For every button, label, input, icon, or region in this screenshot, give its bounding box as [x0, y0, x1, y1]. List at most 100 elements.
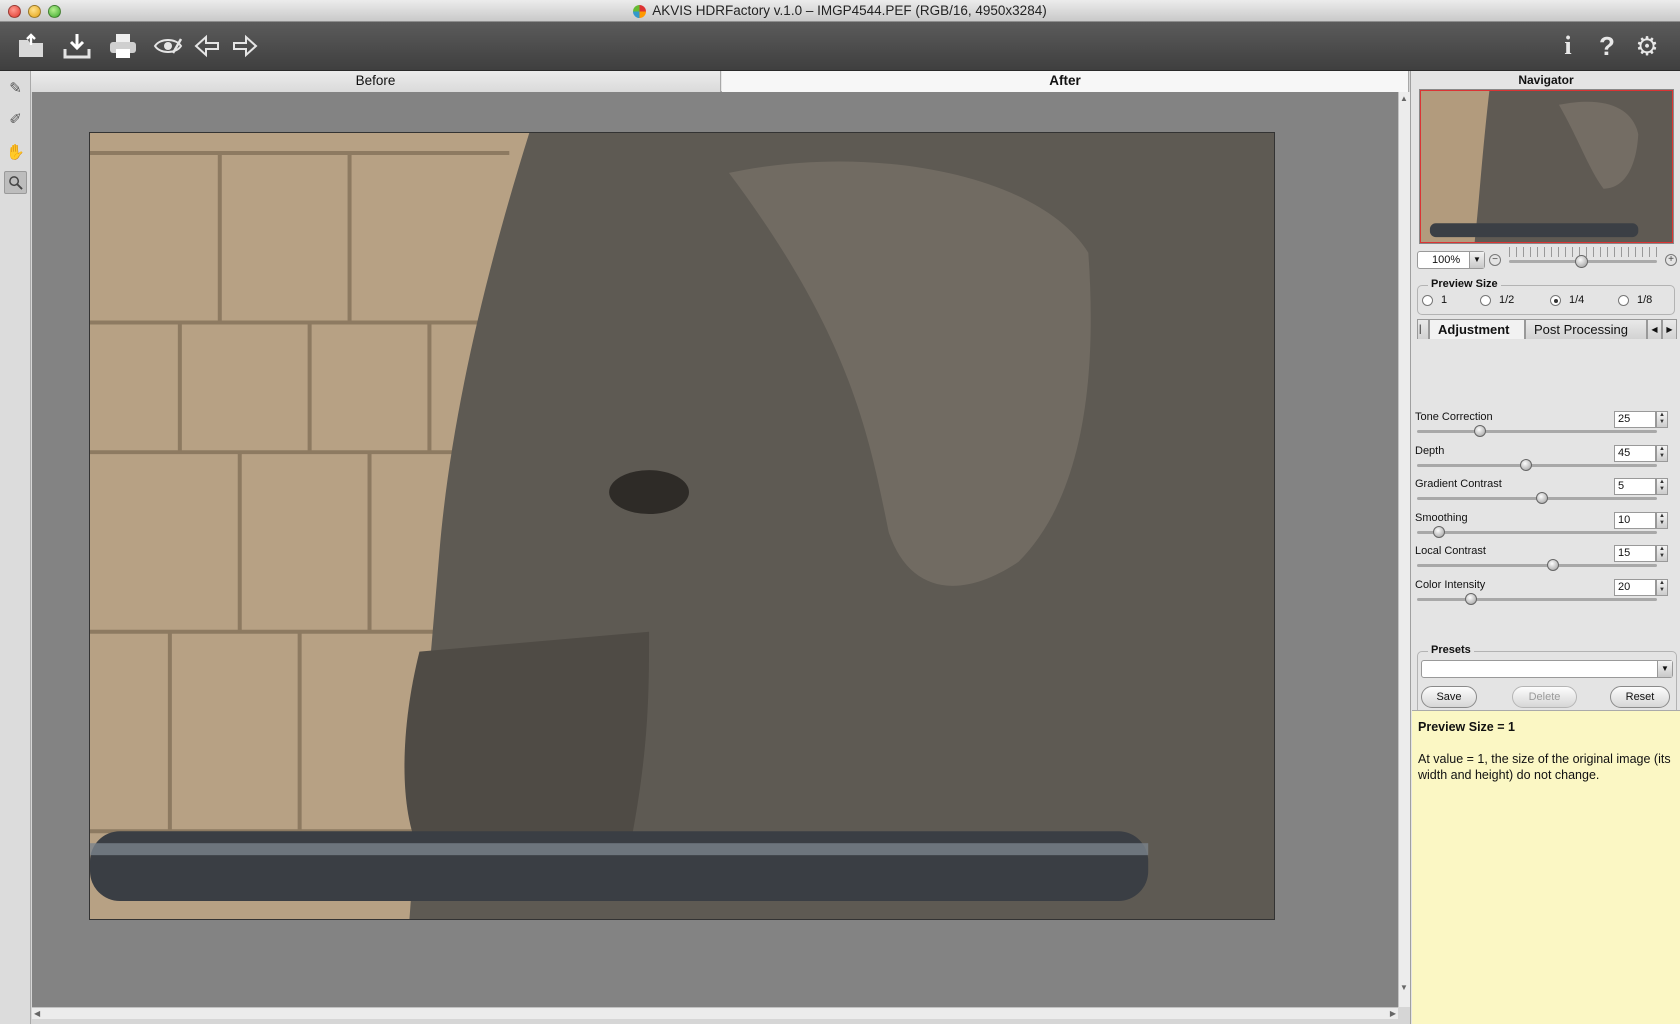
before-after-tabs: Before After — [31, 71, 1409, 92]
help-title: Preview Size = 1 — [1418, 720, 1515, 734]
param-slider[interactable] — [1417, 463, 1657, 467]
help-panel: Preview Size = 1 At value = 1, the size … — [1412, 710, 1680, 1024]
help-icon[interactable]: ? — [1590, 30, 1624, 62]
param-label: Local Contrast — [1415, 545, 1486, 557]
param-label: Color Intensity — [1415, 578, 1486, 591]
zoom-value: 100% — [1432, 254, 1461, 266]
param-label: Tone Correction — [1415, 411, 1493, 423]
preview-size-label: Preview Size — [1428, 278, 1501, 290]
photo-elephant — [89, 132, 1275, 920]
title-bar: AKVIS HDRFactory v.1.0 – IMGP4544.PEF (R… — [0, 0, 1680, 22]
stepper-arrows-icon[interactable]: ▲ ▼ — [1656, 511, 1668, 529]
tab-adjustment[interactable]: Adjustment — [1429, 319, 1525, 339]
tab-post-processing[interactable]: Post Processing — [1525, 319, 1647, 339]
param-slider-knob[interactable] — [1519, 458, 1532, 471]
vertical-scrollbar[interactable]: ▲ ▼ — [1398, 92, 1410, 1007]
chevron-down-icon[interactable]: ▼ — [1657, 661, 1672, 677]
radio-icon — [1422, 294, 1433, 306]
param-slider-knob[interactable] — [1474, 425, 1486, 437]
preview-size-option-label: 1/8 — [1637, 294, 1653, 306]
tab-next-arrow-icon[interactable]: ▶ — [1662, 319, 1677, 339]
preview-eye-icon[interactable] — [151, 30, 185, 62]
stepper-arrows-icon[interactable]: ▲ ▼ — [1656, 411, 1668, 428]
reset-button[interactable]: Reset — [1610, 686, 1670, 708]
minimize-window-button[interactable] — [28, 5, 41, 18]
param-slider[interactable] — [1417, 530, 1657, 534]
stepper-arrows-icon[interactable]: ▲ ▼ — [1656, 578, 1668, 596]
zoom-window-button[interactable] — [48, 5, 61, 18]
param-slider[interactable] — [1417, 597, 1657, 601]
param-value-input[interactable]: 45 — [1614, 444, 1656, 462]
image-canvas[interactable] — [32, 92, 1398, 1007]
presets-label: Presets — [1428, 644, 1474, 656]
open-icon[interactable] — [14, 30, 48, 62]
tab-prev-arrow-icon[interactable]: ◀ — [1647, 319, 1662, 339]
param-label: Smoothing — [1415, 511, 1468, 524]
stepper-arrows-icon[interactable]: ▲ ▼ — [1656, 545, 1668, 562]
param-value-input[interactable]: 15 — [1614, 545, 1656, 562]
save-preset-button[interactable]: Save — [1421, 686, 1477, 708]
presets-group: Presets ▼ Save Delete Reset — [1417, 644, 1677, 717]
delete-preset-button[interactable]: Delete — [1512, 686, 1577, 708]
param-slider-knob[interactable] — [1432, 525, 1445, 538]
window-title: AKVIS HDRFactory v.1.0 – IMGP4544.PEF (R… — [652, 3, 1047, 18]
preview-size-option-label: 1/2 — [1499, 294, 1515, 306]
param-row: Depth 45 ▲ ▼ — [1415, 444, 1677, 478]
param-row: Local Contrast 15 ▲ ▼ — [1415, 545, 1677, 578]
save-icon[interactable] — [60, 30, 94, 62]
param-row: Tone Correction 25 ▲ ▼ — [1415, 411, 1677, 444]
radio-icon — [1618, 294, 1629, 306]
param-value-input[interactable]: 10 — [1614, 511, 1656, 529]
param-value-input[interactable]: 20 — [1614, 578, 1656, 596]
param-label: Depth — [1415, 444, 1445, 457]
tab-after[interactable]: After — [722, 71, 1409, 92]
param-slider[interactable] — [1417, 430, 1657, 433]
tab-before[interactable]: Before — [31, 71, 721, 92]
presets-select[interactable]: ▼ — [1421, 660, 1673, 678]
tab-scroll-left-icon[interactable]: ▏ — [1417, 319, 1429, 339]
eraser-icon[interactable]: ✐ — [4, 107, 27, 130]
stepper-arrows-icon[interactable]: ▲ ▼ — [1656, 444, 1668, 462]
preview-size-radio-1-2[interactable]: 1/2 — [1480, 294, 1514, 306]
param-row: Gradient Contrast 5 ▲ ▼ — [1415, 478, 1677, 511]
param-slider[interactable] — [1417, 564, 1657, 567]
close-window-button[interactable] — [8, 5, 21, 18]
preview-size-radio-1-4[interactable]: 1/4 — [1550, 294, 1584, 306]
param-label: Gradient Contrast — [1415, 478, 1502, 490]
zoom-select[interactable]: 100% ▼ — [1417, 251, 1485, 269]
tools-sidebar: ✎ ✐ ✋ — [0, 71, 31, 1024]
help-text: At value = 1, the size of the original i… — [1418, 752, 1671, 782]
brush-icon[interactable]: ✎ — [4, 76, 27, 99]
settings-tabs: ▏ Adjustment Post Processing ◀ ▶ — [1417, 319, 1677, 339]
info-icon[interactable]: i — [1551, 30, 1585, 62]
preview-size-group: Preview Size 1 1/2 1/4 1/8 — [1417, 278, 1675, 315]
zoom-slider-knob[interactable] — [1575, 255, 1588, 268]
param-value-input[interactable]: 25 — [1614, 411, 1656, 428]
stepper-arrows-icon[interactable]: ▲ ▼ — [1656, 478, 1668, 495]
zoom-in-icon[interactable]: + — [1665, 254, 1677, 266]
zoom-out-icon[interactable]: − — [1489, 254, 1501, 266]
param-slider-knob[interactable] — [1464, 592, 1477, 605]
param-slider-knob[interactable] — [1546, 559, 1559, 571]
param-row: Color Intensity 20 ▲ ▼ — [1415, 578, 1677, 612]
param-row: Smoothing 10 ▲ ▼ — [1415, 511, 1677, 545]
print-icon[interactable] — [106, 30, 140, 62]
redo-arrow-icon[interactable] — [228, 30, 262, 62]
undo-arrow-icon[interactable] — [190, 30, 224, 62]
chevron-down-icon[interactable]: ▼ — [1469, 252, 1484, 268]
navigator-thumbnail[interactable] — [1419, 89, 1674, 244]
app-logo-icon — [633, 4, 647, 18]
param-slider-knob[interactable] — [1535, 492, 1548, 504]
param-value-input[interactable]: 5 — [1614, 478, 1656, 495]
radio-icon — [1480, 294, 1491, 306]
hand-icon[interactable]: ✋ — [4, 140, 27, 163]
zoom-icon[interactable] — [4, 171, 27, 194]
main-toolbar: i ? ⚙ — [0, 22, 1680, 71]
settings-gear-icon[interactable]: ⚙ — [1630, 30, 1664, 62]
navigator-title: Navigator — [1518, 73, 1574, 87]
preview-size-radio-1-8[interactable]: 1/8 — [1618, 294, 1652, 306]
preview-size-radio-1[interactable]: 1 — [1422, 294, 1447, 306]
radio-selected-icon — [1550, 294, 1561, 306]
horizontal-scrollbar[interactable]: ◀ ▶ — [32, 1007, 1398, 1019]
preview-size-option-label: 1 — [1441, 294, 1448, 306]
